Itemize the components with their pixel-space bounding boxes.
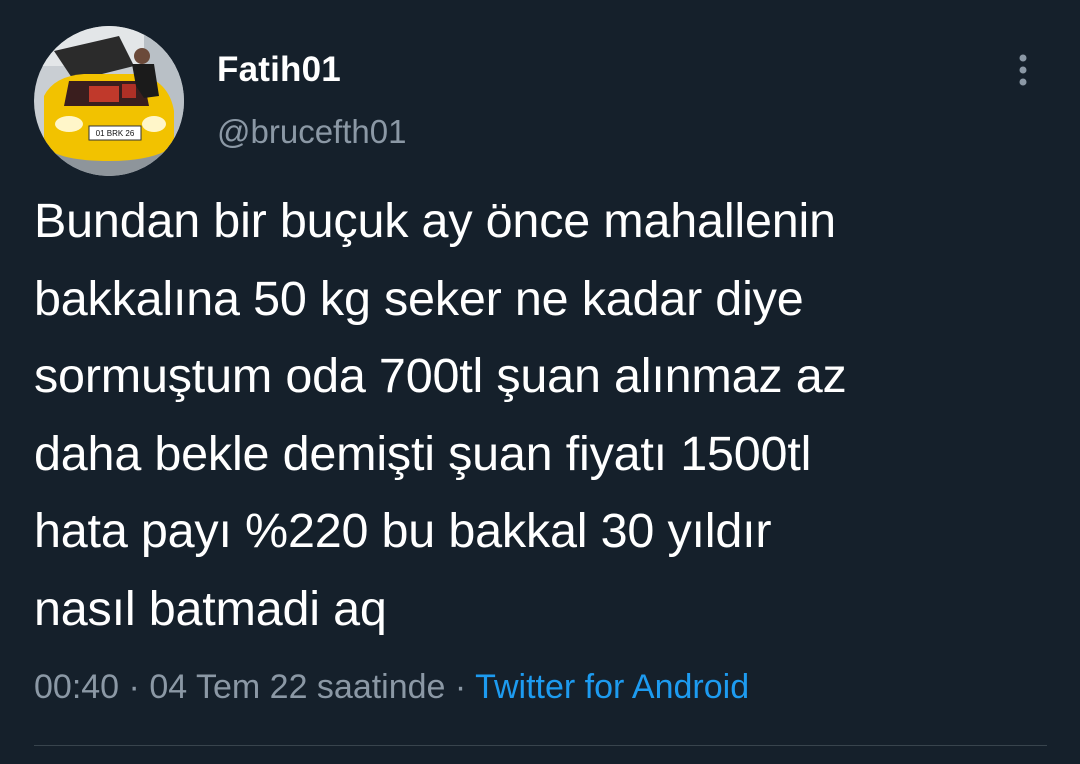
tweet-metadata: 00:40 · 04 Tem 22 saatinde · Twitter for…	[34, 668, 749, 707]
avatar-plate-text: 01 BRK 26	[96, 129, 135, 138]
display-name[interactable]: Fatih01	[217, 50, 341, 90]
tweet-text: Bundan bir buçuk ay önce mahallenin bakk…	[34, 194, 847, 636]
user-handle[interactable]: @brucefth01	[217, 113, 406, 151]
avatar-photo: 01 BRK 26	[34, 26, 184, 176]
divider	[34, 745, 1047, 746]
separator-dot: ·	[454, 668, 467, 706]
tweet-source-link[interactable]: Twitter for Android	[475, 668, 749, 706]
tweet-date[interactable]: 04 Tem 22 saatinde	[149, 668, 445, 706]
tweet-container: 01 BRK 26 Fatih01 @brucefth01 Bundan bir…	[0, 0, 1080, 764]
avatar[interactable]: 01 BRK 26	[34, 26, 184, 176]
separator-dot: ·	[128, 668, 140, 706]
tweet-time[interactable]: 00:40	[34, 668, 119, 706]
more-vertical-icon[interactable]	[1008, 50, 1038, 94]
